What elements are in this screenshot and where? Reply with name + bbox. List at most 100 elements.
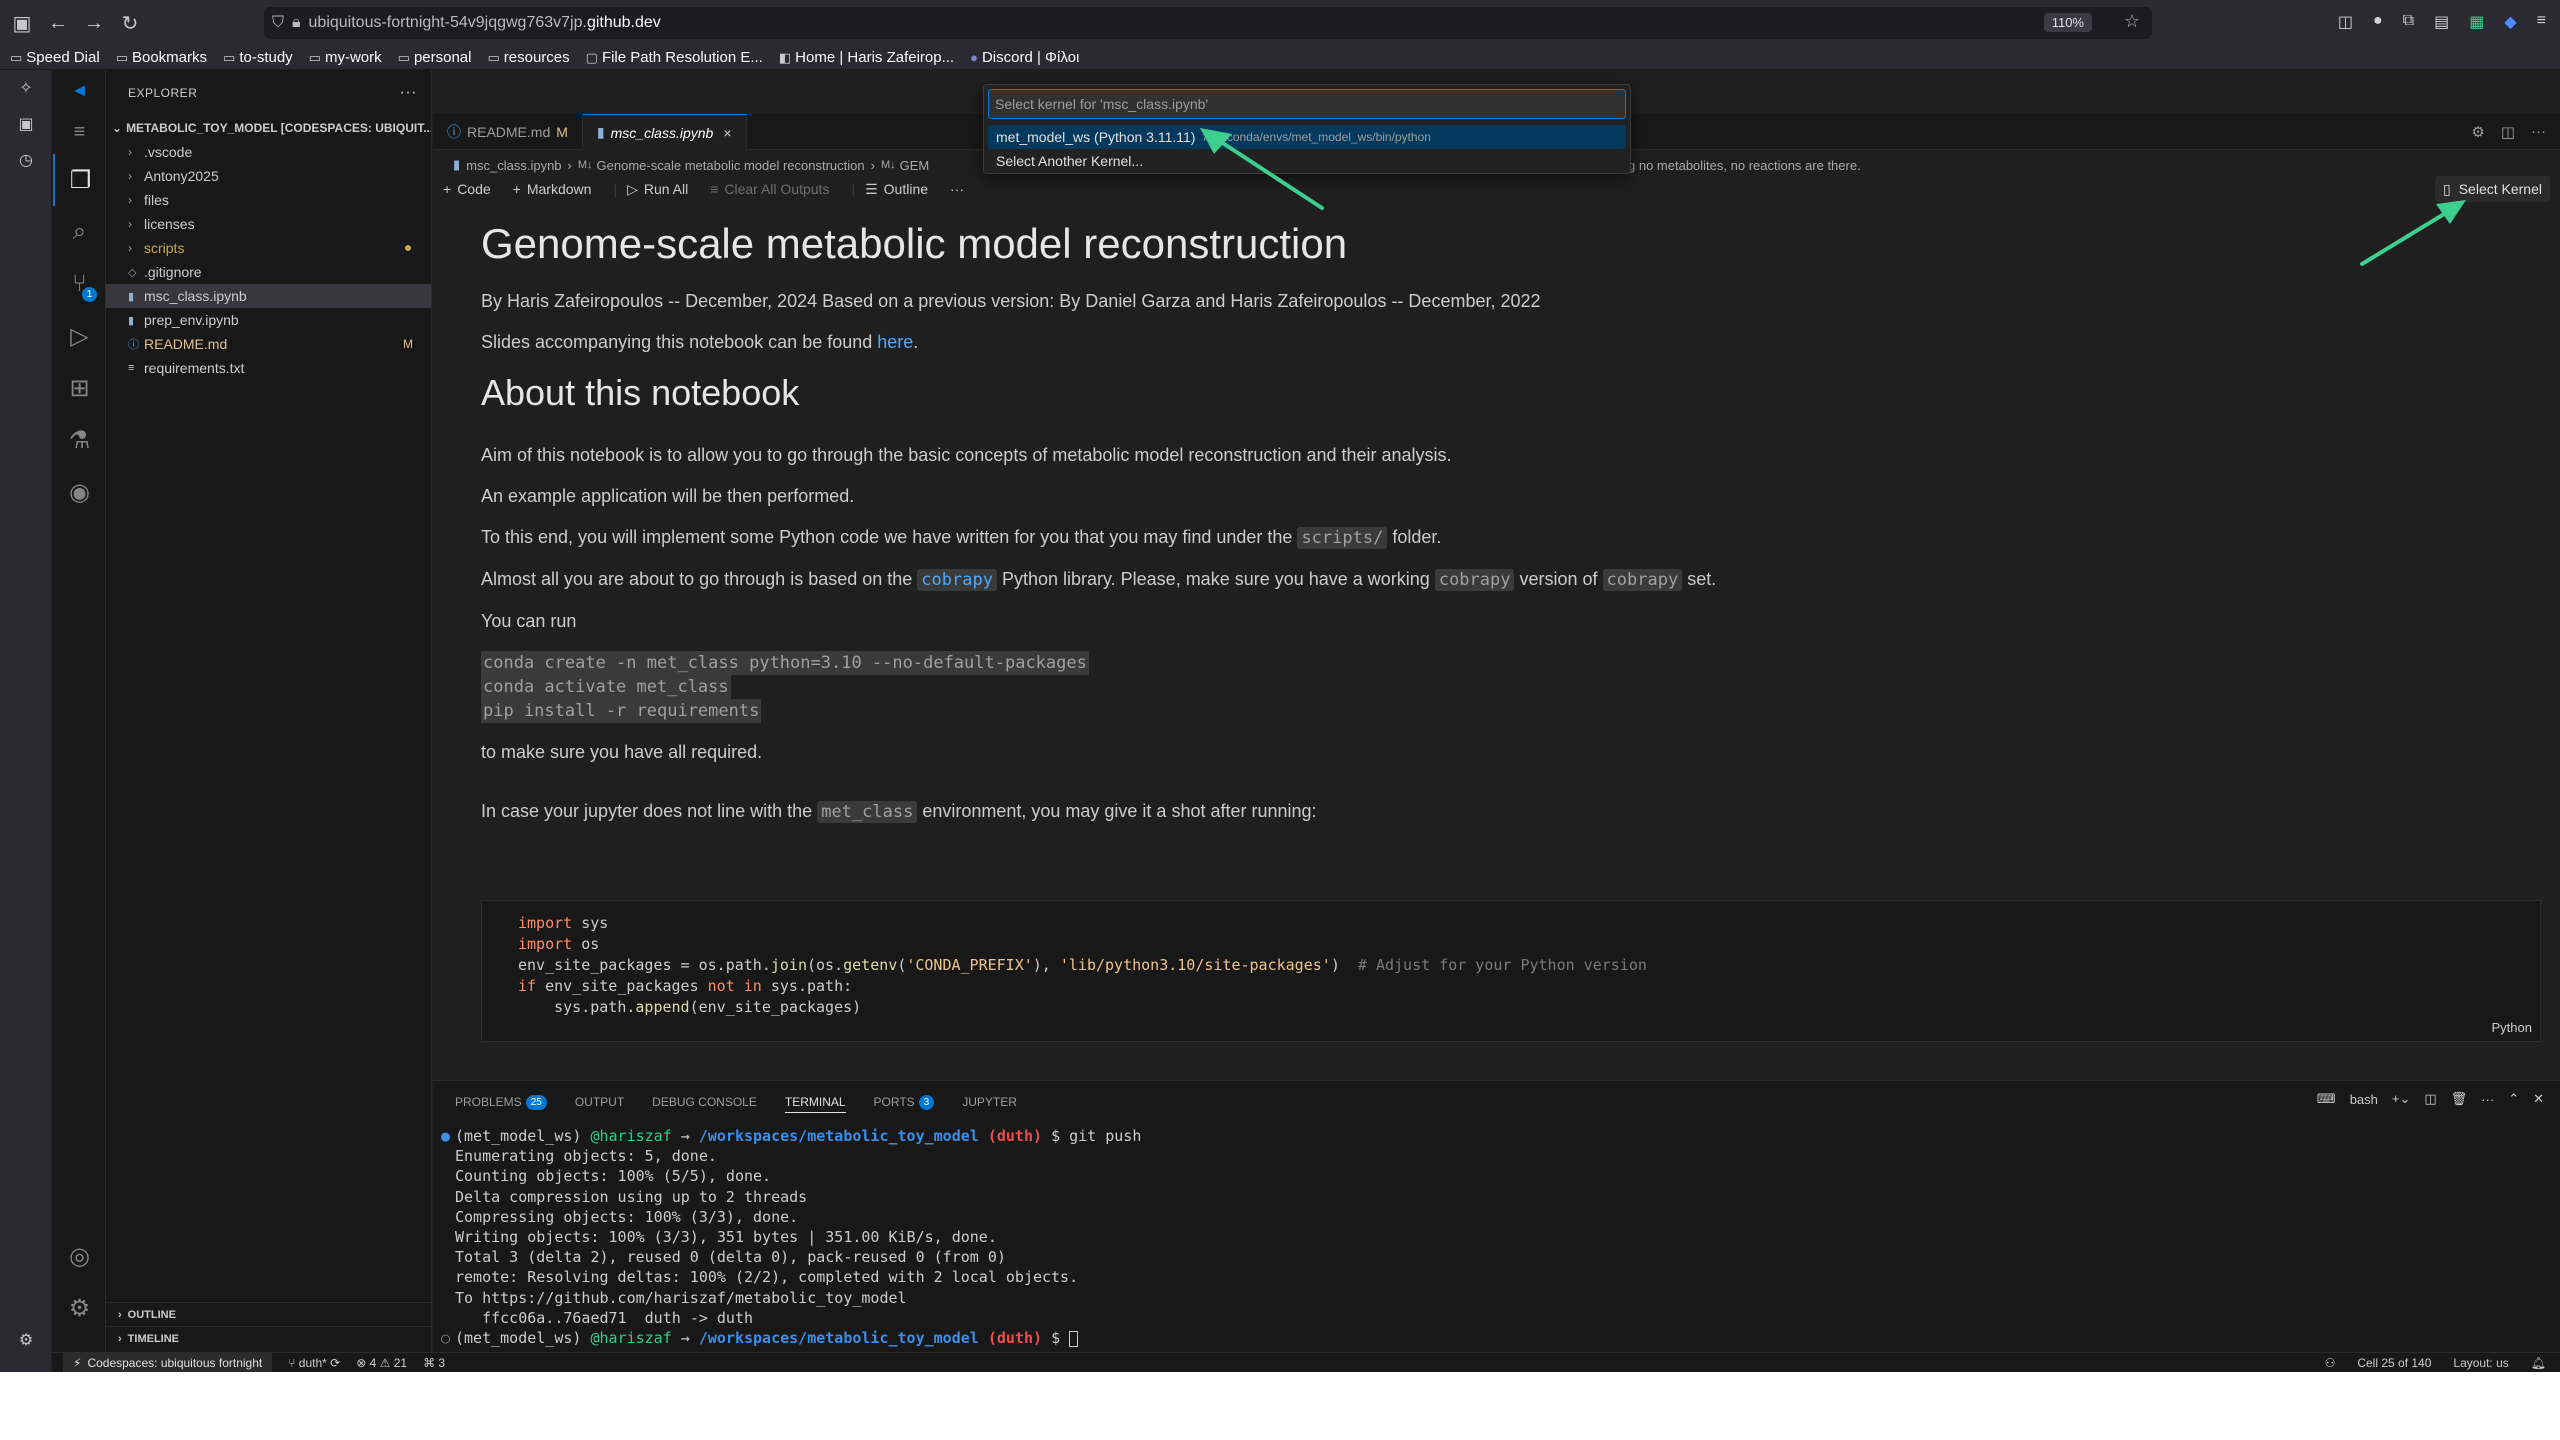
bookmark-item[interactable]: ◧ Home | Haris Zafeirop... [779, 49, 954, 66]
extensions-icon[interactable]: ⊞ [53, 362, 106, 414]
cell-language[interactable]: Python [2492, 1020, 2532, 1035]
more-actions-button[interactable]: ··· [950, 181, 964, 197]
bookmark-star-icon[interactable]: ☆ [2124, 11, 2140, 32]
history-icon[interactable]: ◷ [0, 142, 52, 178]
tree-folder[interactable]: › scripts [106, 236, 431, 260]
save-icon[interactable]: ▦ [2469, 12, 2484, 32]
remote-indicator[interactable]: ⚡︎ Codespaces: ubiquitous fortnight [63, 1352, 273, 1372]
split-terminal-icon[interactable]: ◫ [2424, 1091, 2436, 1107]
trash-icon[interactable]: 🗑︎ [2451, 1091, 2468, 1107]
breadcrumb-tail[interactable]: GEM [900, 158, 930, 173]
maximize-panel-icon[interactable]: ⌃ [2508, 1091, 2519, 1107]
tree-file[interactable]: ▮ prep_env.ipynb [106, 308, 431, 332]
terminal-output[interactable]: ● (met_model_ws) @hariszaf → /workspaces/… [441, 1126, 1141, 1348]
tab-readme[interactable]: ⓘ README.md M [433, 114, 583, 150]
testing-icon[interactable]: ⚗ [53, 414, 106, 466]
notifications-icon[interactable]: 🔔︎ [2531, 1356, 2546, 1370]
close-icon[interactable]: × [723, 125, 731, 141]
slides-link[interactable]: here [877, 332, 913, 352]
copilot-icon[interactable]: ⚇ [2325, 1356, 2336, 1370]
tree-file[interactable]: ⓘ README.md M [106, 332, 431, 356]
forward-icon[interactable]: → [80, 9, 108, 37]
tab-debug-console[interactable]: DEBUG CONSOLE [652, 1091, 757, 1113]
more-actions-icon[interactable]: ··· [2481, 1092, 2494, 1107]
explorer-icon[interactable]: ❐ [53, 154, 106, 206]
code-cell[interactable]: import sys import os env_site_packages =… [481, 900, 2541, 1042]
github-icon[interactable]: ◉ [53, 466, 106, 518]
menu-icon[interactable]: ≡ [53, 110, 106, 154]
bookmark-item[interactable]: ▢ File Path Resolution E... [586, 49, 763, 66]
branch-indicator[interactable]: ⑂ duth* ⟳ [288, 1356, 340, 1370]
tab-msc-class[interactable]: ▮ msc_class.ipynb × [582, 114, 747, 150]
ai-icon[interactable]: ✧ [0, 70, 52, 106]
select-another-kernel-option[interactable]: Select Another Kernel... [988, 149, 1626, 173]
new-terminal-icon[interactable]: +⌄ [2392, 1091, 2410, 1107]
outline-button[interactable]: ☰ Outline [865, 181, 928, 198]
extension-icon[interactable]: ● [2373, 12, 2383, 32]
bookmark-item[interactable]: ▭ to-study [223, 49, 293, 66]
synced-tabs-icon[interactable]: ▣ [0, 106, 52, 142]
close-icon[interactable]: ✕ [2533, 1091, 2544, 1107]
bookmark-item[interactable]: ▭ resources [487, 49, 569, 66]
bookmark-item[interactable]: ▭ Speed Dial [10, 49, 100, 66]
split-editor-icon[interactable]: ◫ [2501, 123, 2515, 141]
puzzle-icon[interactable]: ⧉ [2403, 12, 2414, 32]
vpn-icon[interactable]: ◆ [2504, 12, 2516, 32]
tree-folder[interactable]: › licenses [106, 212, 431, 236]
breadcrumb-section[interactable]: Genome-scale metabolic model reconstruct… [597, 158, 865, 173]
notebook-file-icon: ▮ [453, 157, 461, 172]
kernel-option[interactable]: met_model_ws (Python 3.11.11) /opt/conda… [988, 125, 1626, 149]
tree-file[interactable]: ≡ requirements.txt [106, 356, 431, 380]
gear-icon[interactable]: ⚙ [2471, 123, 2484, 141]
cell-position[interactable]: Cell 25 of 140 [2357, 1356, 2431, 1370]
tab-terminal[interactable]: TERMINAL [784, 1091, 846, 1113]
breadcrumb-file[interactable]: msc_class.ipynb [466, 158, 561, 173]
pocket-icon[interactable]: ◫ [2338, 12, 2353, 32]
bookmark-item[interactable]: ▭ personal [398, 49, 472, 66]
zoom-level[interactable]: 110% [2043, 13, 2092, 32]
vscode-logo-icon[interactable]: ◄ [53, 70, 106, 110]
inline-code-link[interactable]: cobrapy [917, 569, 997, 591]
search-icon[interactable]: ⌕ [53, 206, 106, 258]
keyboard-layout[interactable]: Layout: us [2453, 1356, 2508, 1370]
back-icon[interactable]: ← [44, 9, 72, 37]
tab-ports[interactable]: PORTS 3 [874, 1091, 935, 1113]
timeline-section[interactable]: › TIMELINE [106, 1326, 432, 1350]
problems-indicator[interactable]: ⊗ 4 ⚠ 21 [356, 1356, 407, 1370]
bookmark-item[interactable]: ▭ Bookmarks [116, 49, 207, 66]
tree-folder[interactable]: › Antony2025 [106, 164, 431, 188]
clear-outputs-button[interactable]: ≡ Clear All Outputs [710, 181, 829, 197]
tree-file[interactable]: ▮ msc_class.ipynb [106, 284, 431, 308]
tree-folder[interactable]: › .vscode [106, 140, 431, 164]
sidebar-toggle-icon[interactable]: ▣ [8, 9, 36, 37]
bookmark-item[interactable]: ▭ my-work [309, 49, 382, 66]
select-kernel-button[interactable]: ▯ Select Kernel [2435, 176, 2550, 202]
more-actions-icon[interactable]: ··· [400, 84, 417, 102]
run-all-button[interactable]: ▷ Run All [627, 181, 688, 198]
code-editor[interactable]: import sys import os env_site_packages =… [518, 913, 1647, 1018]
kernel-search-input[interactable]: Select kernel for 'msc_class.ipynb' [988, 89, 1626, 119]
bookmark-item[interactable]: ● Discord | Φίλοι [970, 49, 1079, 66]
folder-icon: ▭ [223, 49, 236, 65]
add-code-button[interactable]: + Code [443, 181, 491, 197]
reload-icon[interactable]: ↻ [116, 9, 144, 37]
ports-indicator[interactable]: ⌘ 3 [423, 1356, 445, 1370]
reader-icon[interactable]: ▤ [2434, 12, 2449, 32]
outline-section[interactable]: › OUTLINE [106, 1302, 432, 1326]
source-control-icon[interactable]: ⑂ 1 [53, 258, 106, 310]
tab-problems[interactable]: PROBLEMS 25 [455, 1091, 547, 1113]
tab-jupyter[interactable]: JUPYTER [962, 1091, 1017, 1113]
terminal-shell-label[interactable]: bash [2350, 1092, 2378, 1107]
manage-gear-icon[interactable]: ⚙ [53, 1282, 106, 1334]
tree-folder[interactable]: › files [106, 188, 431, 212]
tab-output[interactable]: OUTPUT [575, 1091, 624, 1113]
menu-icon[interactable]: ≡ [2537, 12, 2546, 32]
accounts-icon[interactable]: ◎ [53, 1230, 106, 1282]
add-markdown-button[interactable]: + Markdown [513, 181, 592, 197]
workspace-root[interactable]: ⌄ METABOLIC_TOY_MODEL [CODESPACES: UBIQU… [106, 116, 431, 140]
tree-file[interactable]: ◇ .gitignore [106, 260, 431, 284]
more-actions-icon[interactable]: ··· [2531, 123, 2546, 140]
customize-icon[interactable]: ⚙ [0, 1322, 52, 1358]
url-bar[interactable]: ⛉ 🔒︎ ubiquitous-fortnight-54v9jqgwg763v7… [264, 7, 2152, 39]
run-debug-icon[interactable]: ▷ [53, 310, 106, 362]
